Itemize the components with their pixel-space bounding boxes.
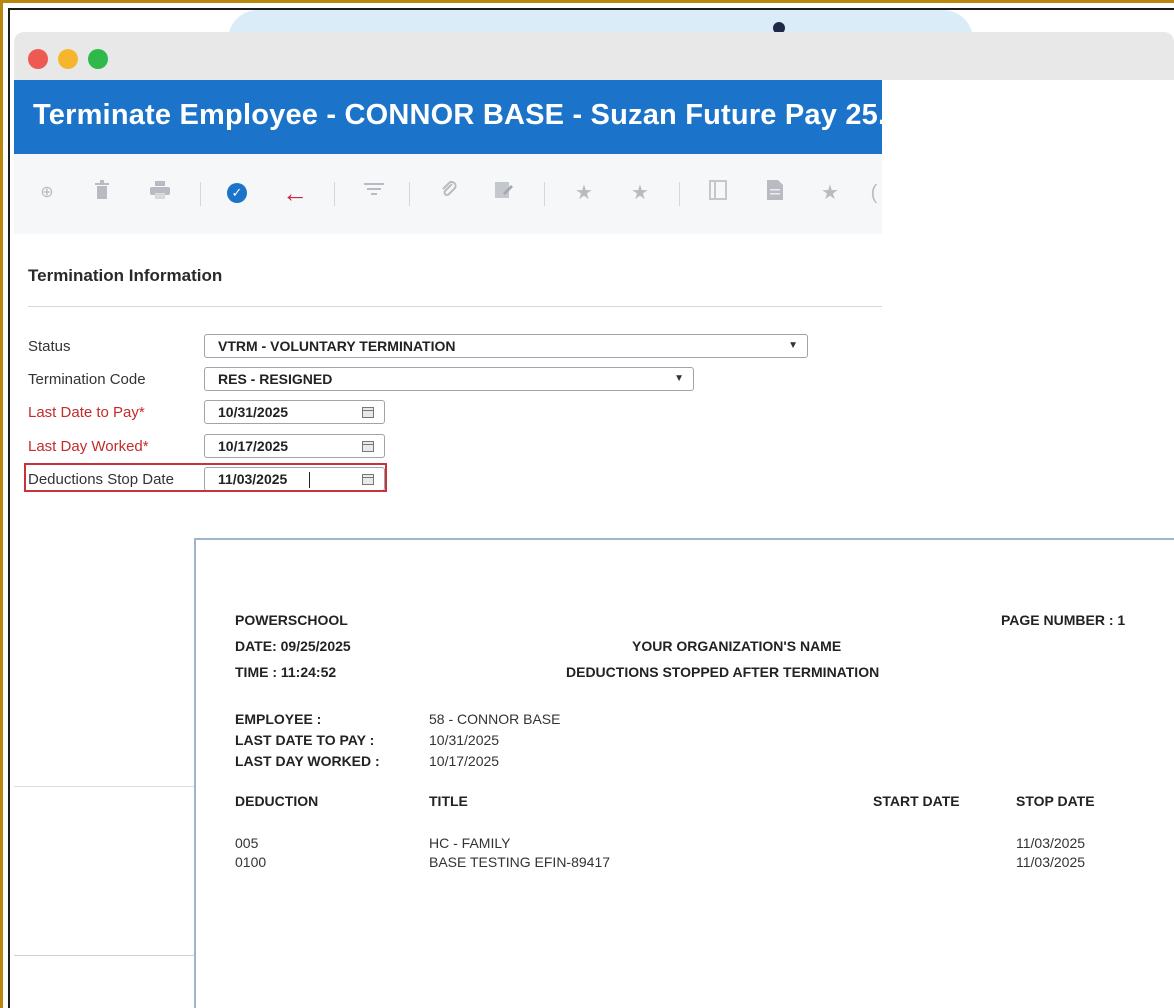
column-header-stop-date: STOP DATE [1016, 793, 1095, 809]
last-day-worked-label: LAST DAY WORKED : [235, 753, 380, 769]
toolbar-divider [334, 182, 335, 206]
section-title: Termination Information [28, 266, 223, 285]
back-arrow-icon[interactable]: ← [282, 180, 308, 206]
toolbar-divider [200, 182, 201, 206]
employee-value: 58 - CONNOR BASE [429, 711, 561, 727]
row-title: HC - FAMILY [429, 835, 511, 851]
row-title: BASE TESTING EFIN-89417 [429, 854, 611, 870]
window-chrome [14, 32, 1174, 80]
panel-divider [14, 786, 194, 787]
column-header-title: TITLE [429, 793, 468, 809]
last-day-worked-label: Last Day Worked* [28, 438, 149, 455]
row-deduction: 0100 [235, 854, 267, 870]
report-time: TIME : 11:24:52 [235, 664, 337, 680]
termination-code-label: Termination Code [28, 371, 146, 388]
last-date-to-pay-field[interactable]: 10/31/2025 [204, 400, 385, 424]
column-header-deduction: DEDUCTION [235, 793, 319, 809]
favorite-add-icon[interactable]: ★ [571, 180, 597, 206]
row-deduction: 005 [235, 835, 259, 851]
report-page-number: PAGE NUMBER : 1 [1001, 612, 1126, 628]
row-stop-date: 11/03/2025 [1016, 835, 1086, 851]
more-icon[interactable]: ( [869, 180, 879, 206]
favorite-remove-icon[interactable]: ★ [627, 180, 653, 206]
report-date: DATE: 09/25/2025 [235, 638, 351, 654]
termination-code-select-value: RES - RESIGNED [218, 371, 333, 387]
last-day-worked-value: 10/17/2025 [218, 438, 289, 454]
attach-icon[interactable] [436, 180, 462, 206]
calendar-icon[interactable] [362, 441, 374, 452]
maximize-window-button[interactable] [88, 49, 108, 69]
last-date-to-pay-value: 10/31/2025 [218, 404, 289, 420]
chevron-down-icon: ▼ [674, 373, 684, 384]
last-date-to-pay-label: Last Date to Pay* [28, 404, 145, 421]
panel-divider [14, 955, 194, 956]
delete-icon[interactable] [89, 180, 115, 206]
last-day-worked-field[interactable]: 10/17/2025 [204, 434, 385, 458]
report-title: DEDUCTIONS STOPPED AFTER TERMINATION [566, 664, 880, 680]
toolbar-divider [679, 182, 680, 206]
report-company: POWERSCHOOL [235, 612, 348, 628]
window-right-area [882, 80, 1174, 540]
star-icon[interactable]: ★ [817, 180, 843, 206]
document-icon[interactable] [762, 180, 788, 206]
status-select-value: VTRM - VOLUNTARY TERMINATION [218, 338, 456, 354]
page-title: Terminate Employee - CONNOR BASE - Suzan… [33, 99, 903, 131]
filter-icon[interactable] [361, 180, 387, 206]
highlight-annotation [24, 463, 387, 492]
status-select[interactable]: VTRM - VOLUNTARY TERMINATION ▼ [204, 334, 808, 358]
toolbar: ⊕ ✓ ← ★ ★ ★ ( [14, 154, 882, 234]
title-bar: Terminate Employee - CONNOR BASE - Suzan… [14, 80, 902, 154]
chevron-down-icon: ▼ [788, 340, 798, 351]
calendar-icon[interactable] [362, 407, 374, 418]
toolbar-divider [544, 182, 545, 206]
print-icon[interactable] [147, 180, 173, 206]
minimize-window-button[interactable] [58, 49, 78, 69]
employee-label: EMPLOYEE : [235, 711, 322, 727]
column-header-start-date: START DATE [873, 793, 960, 809]
save-check-icon[interactable]: ✓ [227, 183, 247, 203]
list-icon[interactable] [705, 180, 731, 206]
status-label: Status [28, 338, 71, 355]
add-icon[interactable]: ⊕ [34, 180, 60, 206]
last-date-to-pay-value: 10/31/2025 [429, 732, 500, 748]
last-date-to-pay-label: LAST DATE TO PAY : [235, 732, 375, 748]
close-window-button[interactable] [28, 49, 48, 69]
deductions-report-panel: POWERSCHOOL DATE: 09/25/2025 TIME : 11:2… [194, 538, 1174, 1008]
section-divider [28, 306, 882, 307]
report-org-name: YOUR ORGANIZATION'S NAME [632, 638, 842, 654]
row-stop-date: 11/03/2025 [1016, 854, 1086, 870]
edit-icon[interactable] [491, 180, 517, 206]
termination-code-select[interactable]: RES - RESIGNED ▼ [204, 367, 694, 391]
last-day-worked-value: 10/17/2025 [429, 753, 500, 769]
toolbar-divider [409, 182, 410, 206]
